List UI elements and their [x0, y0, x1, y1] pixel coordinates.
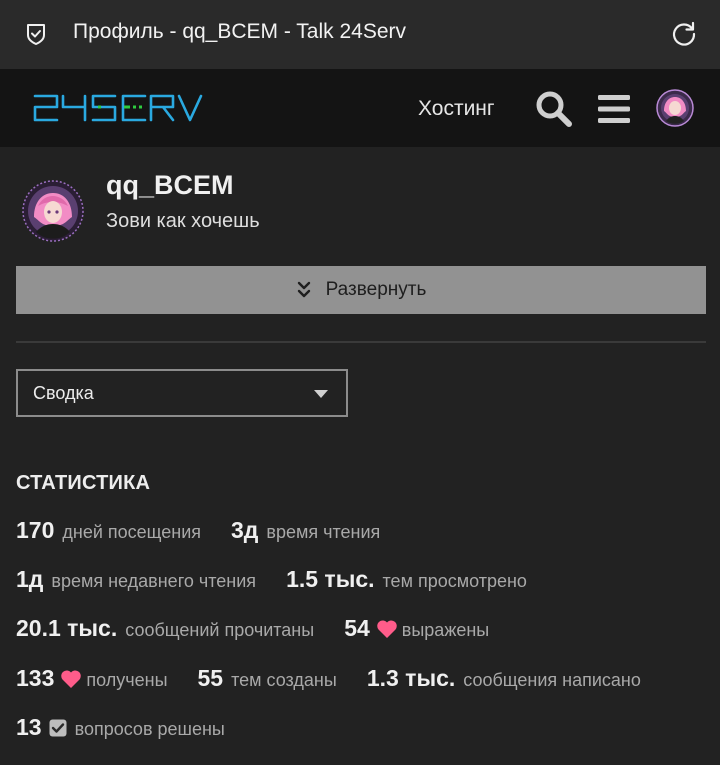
- profile-section-select[interactable]: Сводка: [16, 369, 348, 417]
- stat-label: время недавнего чтения: [51, 571, 257, 591]
- stat-label: сообщений прочитаны: [125, 620, 315, 640]
- site-header: Хостинг: [0, 69, 720, 147]
- stat-value: 54: [344, 615, 370, 641]
- stat-value: 20.1 тыс.: [16, 615, 118, 641]
- stat-label: вопросов решены: [74, 719, 225, 739]
- caret-down-icon: [314, 390, 328, 398]
- stats-row: 1д время недавнего чтения 1.5 тыс. тем п…: [16, 566, 557, 593]
- stat-likes-given: 54 выражены: [344, 615, 489, 642]
- stat-read-time: 3д время чтения: [231, 517, 380, 544]
- checkbox-checked-icon: [49, 719, 67, 737]
- stat-value: 170: [16, 517, 55, 543]
- stats-row: 133 получены 55 тем созданы 1.3 тыс. соо…: [16, 665, 671, 692]
- stat-value: 133: [16, 665, 55, 691]
- hamburger-menu-icon[interactable]: [596, 93, 632, 125]
- stat-recent-read-time: 1д время недавнего чтения: [16, 566, 256, 593]
- divider: [16, 341, 706, 343]
- page-title: Профиль - qq_BCEM - Talk 24Serv: [73, 20, 407, 43]
- heart-icon: [61, 670, 82, 688]
- user-avatar-small[interactable]: [656, 89, 694, 127]
- user-avatar[interactable]: [22, 180, 84, 242]
- stat-label: сообщения написано: [463, 670, 641, 690]
- site-logo[interactable]: [32, 93, 208, 123]
- stat-value: 13: [16, 714, 42, 740]
- profile-user-title: Зови как хочешь: [106, 210, 260, 232]
- stat-likes-received: 133 получены: [16, 665, 168, 692]
- browser-top-bar: Профиль - qq_BCEM - Talk 24Serv: [0, 0, 720, 69]
- select-value: Сводка: [33, 383, 94, 403]
- stat-topics-created: 55 тем созданы: [198, 665, 337, 692]
- stat-value: 55: [197, 665, 224, 691]
- stat-label: получены: [86, 670, 168, 690]
- shield-icon[interactable]: [24, 22, 48, 46]
- stat-value: 1.3 тыс.: [366, 665, 456, 691]
- stat-posts-created: 1.3 тыс. сообщения написано: [367, 665, 641, 692]
- profile-username: qq_BCEM: [106, 170, 234, 200]
- stat-solutions: 13 вопросов решены: [16, 714, 225, 741]
- stat-value: 1.5 тыс.: [286, 566, 375, 592]
- stat-value: 3д: [231, 517, 259, 543]
- heart-icon: [377, 620, 397, 638]
- stat-label: время чтения: [266, 522, 381, 542]
- expand-profile-button[interactable]: Развернуть: [16, 266, 706, 314]
- stats-row: 13 вопросов решены: [16, 714, 255, 741]
- stat-posts-read: 20.1 тыс. сообщений прочитаны: [16, 615, 314, 642]
- stat-topics-viewed: 1.5 тыс. тем просмотрено: [286, 566, 527, 593]
- stats-heading: СТАТИСТИКА: [16, 472, 151, 494]
- stats-row: 20.1 тыс. сообщений прочитаны 54 выражен…: [16, 615, 519, 642]
- stat-value: 1д: [16, 566, 44, 592]
- stat-label: тем просмотрено: [382, 571, 527, 591]
- stats-row: 170 дней посещения 3д время чтения: [16, 517, 410, 544]
- nav-hosting-link[interactable]: Хостинг: [418, 97, 495, 121]
- stat-label: тем созданы: [231, 670, 337, 690]
- double-chevron-down-icon: [297, 281, 310, 298]
- stat-days-visited: 170 дней посещения: [16, 517, 201, 544]
- search-icon[interactable]: [534, 89, 574, 129]
- expand-button-label: Развернуть: [325, 279, 427, 300]
- stat-label: дней посещения: [62, 522, 202, 542]
- reload-icon[interactable]: [670, 20, 698, 48]
- stat-label: выражены: [401, 620, 490, 640]
